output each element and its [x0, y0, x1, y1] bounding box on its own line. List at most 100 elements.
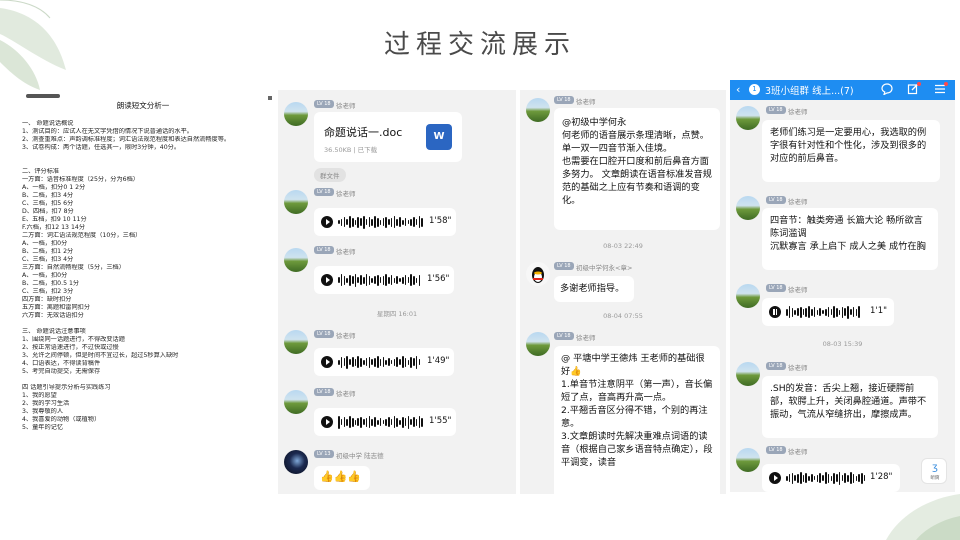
message-bubble[interactable]: @ 平塘中学王德炜 王老师的基础很好👍 1.单音节注意阴平（第一声），音长偏短了…	[554, 346, 720, 494]
waveform-bar	[371, 418, 373, 426]
waveform-bar	[855, 308, 858, 316]
message-text: 多谢老师指导。	[560, 283, 625, 294]
pause-icon[interactable]	[769, 306, 781, 318]
level-badge: LV 18	[766, 284, 786, 292]
document-line: 2、测查重难点：声韵调标准程度；词汇语法规范程度和表达自然流畅度等。	[22, 136, 231, 143]
menu-icon[interactable]	[933, 82, 948, 97]
document-line: 1、围绕同一话题进行，不得改变话题	[22, 336, 125, 343]
waveform-bar	[388, 417, 390, 427]
avatar[interactable]	[526, 262, 550, 286]
waveform-bar	[418, 416, 421, 428]
play-icon[interactable]	[321, 274, 333, 286]
avatar[interactable]	[526, 98, 550, 122]
waveform-bar	[415, 277, 418, 283]
document-line: B、二档，扣1 2分	[22, 248, 74, 255]
waveform-bar	[813, 476, 816, 480]
avatar[interactable]	[284, 390, 308, 414]
document-line: 4、我喜爱的动物（或植物）	[22, 416, 101, 423]
waveform-bar	[357, 277, 360, 283]
waveform-bar	[354, 219, 357, 225]
sender-name: 徐老师	[788, 448, 808, 456]
voice-duration: 1'49"	[427, 356, 450, 366]
level-badge: LV 18	[766, 446, 786, 454]
avatar[interactable]	[284, 102, 308, 126]
document-line: C、三档，扣3 4分	[22, 256, 74, 263]
waveform-bar	[368, 356, 371, 368]
waveform-bar	[351, 276, 354, 284]
avatar[interactable]	[736, 448, 760, 472]
waveform-bar	[393, 416, 396, 428]
play-icon[interactable]	[321, 356, 333, 368]
avatar[interactable]	[736, 362, 760, 386]
waveform	[338, 415, 424, 429]
avatar[interactable]	[284, 450, 308, 474]
document-line: 三、 命题说话注意事项	[22, 328, 86, 335]
waveform-bar	[849, 309, 852, 315]
waveform-bar	[830, 475, 833, 481]
avatar[interactable]	[526, 332, 550, 356]
level-badge: LV 18	[314, 330, 334, 338]
waveform-bar	[340, 356, 343, 368]
back-icon[interactable]: ‹	[736, 83, 740, 96]
waveform-bar	[786, 308, 788, 316]
file-message[interactable]: 命题说话一.doc 36.50KB | 已下载 W	[314, 112, 462, 162]
document-line: 2、我的学习生活	[22, 400, 70, 407]
waveform-bar	[385, 216, 387, 228]
waveform-bar	[791, 472, 794, 484]
avatar[interactable]	[736, 196, 760, 220]
document-line: 1、我的愿望	[22, 392, 57, 399]
voice-message[interactable]: 1'58"	[314, 208, 456, 236]
document-line: A、一档，扣0分	[22, 272, 68, 279]
earpiece-mode-button[interactable]: ʒ 听筒	[921, 458, 947, 484]
waveform-bar	[830, 309, 833, 315]
chat-panel-comments[interactable]: LV 18 徐老师 @初级中学何永 何老师的语音展示条理清晰，点赞。单一双一四音…	[520, 90, 726, 494]
play-icon[interactable]	[321, 216, 333, 228]
speech-bubble-icon[interactable]	[880, 83, 894, 97]
play-icon[interactable]	[769, 472, 781, 484]
waveform-bar	[351, 417, 354, 427]
level-badge: LV 18	[766, 196, 786, 204]
voice-message[interactable]: 1'28"	[762, 464, 900, 492]
avatar[interactable]	[284, 190, 308, 214]
voice-message[interactable]: 1'55"	[314, 408, 456, 436]
waveform-bar	[813, 307, 816, 317]
edit-icon[interactable]	[906, 82, 921, 97]
sender-name: 徐老师	[336, 248, 356, 256]
waveform-bar	[404, 357, 407, 367]
waveform-bar	[401, 219, 404, 225]
message-bubble[interactable]: 四音节：触类旁通 长篇大论 畅所欲言 陈词滥调 沉默寡言 承上启下 成人之美 成…	[762, 208, 938, 270]
emoji-message[interactable]: 👍👍👍	[314, 466, 370, 490]
level-badge: LV 18	[554, 332, 574, 340]
waveform-bar	[844, 473, 846, 483]
message-bubble[interactable]: .SH的发音：舌尖上翘，接近硬腭前部，软腭上升，关闭鼻腔通道。声带不振动，气流从…	[762, 376, 938, 438]
avatar[interactable]	[284, 330, 308, 354]
message-bubble[interactable]: 老师们练习是一定要用心，我选取的例字很有针对性和个性化，涉及到很多的对应的前后鼻…	[762, 120, 940, 182]
chat-panel-group[interactable]: ‹ 1 3班小组群 线上...(7) LV 18 徐老师 老师们练习是一定要用心…	[730, 80, 955, 492]
waveform-bar	[376, 419, 379, 425]
waveform-bar	[338, 277, 340, 283]
document-line: 一、 命题说话概说	[22, 120, 74, 127]
chat-panel-file[interactable]: LV 18 徐老师 命题说话一.doc 36.50KB | 已下载 W 群文件 …	[278, 90, 516, 494]
waveform-bar	[338, 415, 340, 429]
waveform-bar	[836, 307, 838, 317]
avatar[interactable]	[736, 106, 760, 130]
voice-message[interactable]: 1'49"	[314, 348, 454, 376]
waveform-bar	[819, 308, 821, 316]
message-bubble[interactable]: @初级中学何永 何老师的语音展示条理清晰，点赞。单一双一四音节渐入佳境。 也需要…	[554, 108, 720, 230]
play-icon[interactable]	[321, 416, 333, 428]
avatar[interactable]	[736, 284, 760, 308]
avatar[interactable]	[284, 248, 308, 272]
sender-name: 徐老师	[788, 286, 808, 294]
chat-title[interactable]: 3班小组群 线上...(7)	[765, 83, 854, 97]
voice-message[interactable]: 1'56"	[314, 266, 454, 294]
message-bubble[interactable]: 多谢老师指导。	[554, 276, 634, 302]
sender-name: 徐老师	[788, 198, 808, 206]
voice-message[interactable]: 1'1"	[762, 298, 894, 326]
waveform-bar	[399, 359, 401, 365]
waveform-bar	[360, 218, 362, 226]
waveform-bar	[390, 419, 393, 425]
document-line: 二方面：词汇语法规范程度（10分，三档）	[22, 232, 142, 239]
group-files-chip[interactable]: 群文件	[314, 168, 346, 182]
waveform-bar	[376, 217, 379, 227]
